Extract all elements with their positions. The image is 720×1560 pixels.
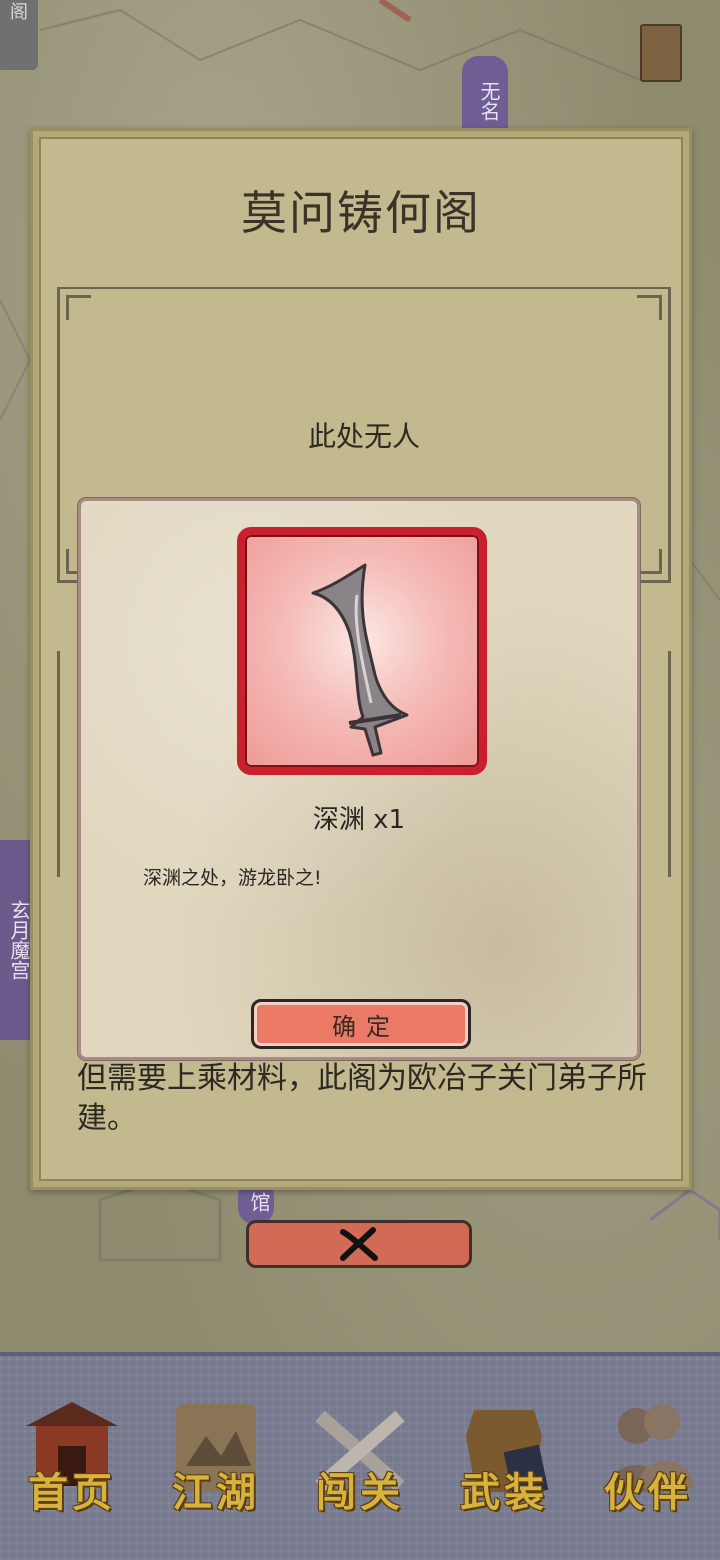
frame-corner — [637, 295, 662, 320]
nav-label: 江湖 — [172, 1469, 260, 1516]
frame-corner — [637, 549, 662, 574]
nav-label: 闯关 — [316, 1469, 404, 1516]
reward-modal: 深渊 x1 深渊之处，游龙卧之! 确定 — [78, 498, 640, 1060]
nav-jianghu[interactable]: 江湖 — [152, 1396, 280, 1526]
nav-armament[interactable]: 武装 — [440, 1396, 568, 1526]
npc-empty-text: 此处无人 — [307, 420, 420, 453]
close-x-icon — [340, 1227, 378, 1261]
reward-item-slot[interactable] — [237, 527, 487, 775]
panel-description: 但需要上乘材料，此阁为欧冶子关门弟子所建。 — [77, 1061, 647, 1136]
bottom-nav: 首页 江湖 闯关 武装 伙伴 — [0, 1352, 720, 1560]
nav-home[interactable]: 首页 — [8, 1396, 136, 1526]
nav-label: 武装 — [460, 1469, 548, 1516]
nav-label: 伙伴 — [604, 1469, 692, 1516]
nav-companions[interactable]: 伙伴 — [584, 1396, 712, 1526]
confirm-button[interactable]: 确定 — [251, 999, 471, 1049]
panel-title: 莫问铸何阁 — [241, 186, 481, 240]
book-icon[interactable] — [640, 24, 682, 82]
close-button[interactable] — [246, 1220, 472, 1268]
nav-challenge[interactable]: 闯关 — [296, 1396, 424, 1526]
reward-item-name: 深渊 x1 — [312, 805, 406, 835]
frame-corner — [66, 295, 91, 320]
nav-label: 首页 — [28, 1469, 116, 1516]
reward-item-description: 深渊之处，游龙卧之! — [143, 867, 322, 889]
map-corner-tag[interactable]: 阁 — [0, 0, 38, 70]
sword-icon — [311, 563, 409, 757]
